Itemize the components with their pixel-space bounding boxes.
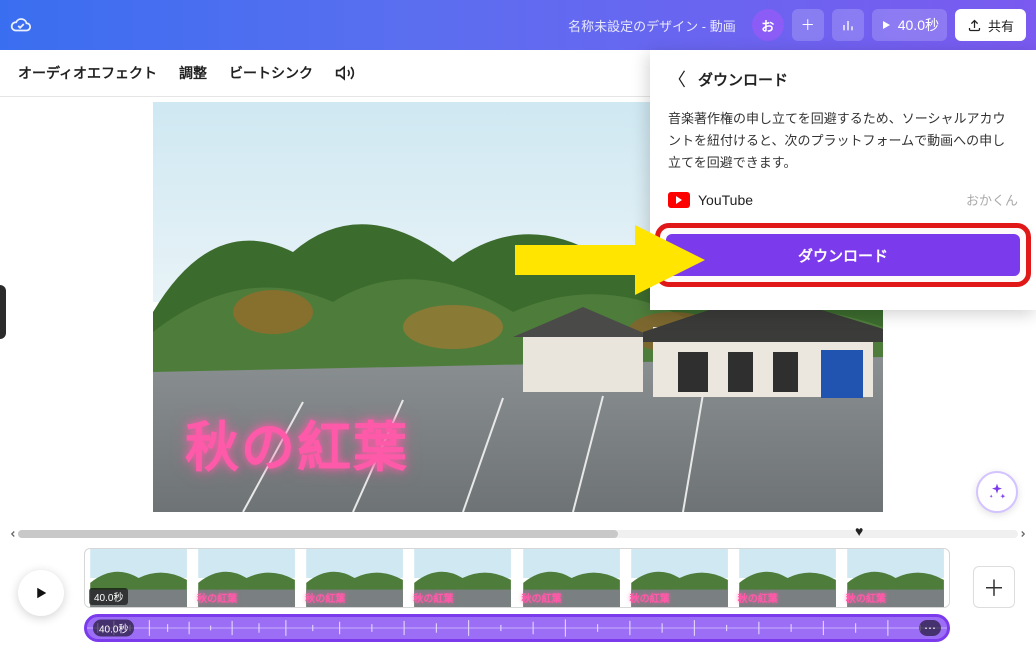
top-bar-right: 名称未設定のデザイン - 動画 お ＋ 40.0秒 共有 [568,9,1026,41]
tab-adjust[interactable]: 調整 [179,63,207,83]
thumb-overlay-text: 秋の紅葉 [197,590,237,605]
timeline: 40.0秒 秋の紅葉 秋の紅葉 秋の紅葉 秋の紅葉 秋の紅葉 秋の紅葉 秋の紅葉… [0,540,1036,667]
timeline-tracks: 40.0秒 秋の紅葉 秋の紅葉 秋の紅葉 秋の紅葉 秋の紅葉 秋の紅葉 秋の紅葉… [84,548,950,661]
play-icon [32,584,50,602]
youtube-icon [668,192,690,208]
play-duration-button[interactable]: 40.0秒 [872,9,947,41]
design-title[interactable]: 名称未設定のデザイン - 動画 [568,16,736,35]
thumb-overlay-text: 秋の紅葉 [738,590,778,605]
download-button-label: ダウンロード [798,245,888,266]
tab-beatsync[interactable]: ビートシンク [229,63,313,83]
canvas-horizontal-scrollbar[interactable] [0,527,1036,540]
video-thumb[interactable]: 秋の紅葉 [518,549,626,607]
annotation-arrow [515,225,705,295]
audio-duration: 40.0秒 [93,620,134,637]
download-button[interactable]: ダウンロード [666,234,1020,276]
timeline-play-button[interactable] [18,570,64,616]
speaker-icon[interactable] [335,63,355,83]
sparkle-icon [987,482,1007,502]
annotation-highlight-box: ダウンロード [655,223,1031,287]
video-thumb[interactable]: 秋の紅葉 [842,549,949,607]
avatar[interactable]: お [752,9,784,41]
scrollbar-thumb[interactable] [18,530,618,538]
top-bar-left [10,14,32,36]
chevron-left-icon[interactable] [8,529,18,539]
chevron-right-icon[interactable] [1018,529,1028,539]
video-thumb[interactable]: 秋の紅葉 [626,549,734,607]
youtube-username: おかくん [966,190,1018,209]
video-thumb[interactable]: 秋の紅葉 [301,549,409,607]
cloud-saved-icon [10,14,32,36]
avatar-letter: お [761,16,774,35]
video-thumb[interactable]: 秋の紅葉 [409,549,517,607]
canvas-overlay-text: 秋の紅葉 [185,403,409,482]
play-icon [880,19,892,31]
audio-track[interactable]: 40.0秒 ⋯ [84,614,950,642]
audio-more-button[interactable]: ⋯ [919,620,941,636]
youtube-label: YouTube [698,192,753,208]
side-panel-handle[interactable] [0,285,6,339]
timeline-playhead-marker[interactable]: ♥ [855,523,863,539]
video-thumb[interactable]: 秋の紅葉 [734,549,842,607]
youtube-row[interactable]: YouTube おかくん [650,184,1036,223]
download-panel: 〈 ダウンロード 音楽著作権の申し立てを回避するため、ソーシャルアカウントを紐付… [650,50,1036,310]
thumb-overlay-text: 秋の紅葉 [413,590,453,605]
timeline-controls [12,548,70,661]
thumb-overlay-text: 秋の紅葉 [846,590,886,605]
download-description: 音楽著作権の申し立てを回避するため、ソーシャルアカウントを紐付けると、次のプラッ… [650,102,1036,184]
thumb-overlay-text: 秋の紅葉 [630,590,670,605]
analytics-button[interactable] [832,9,864,41]
timeline-right: ＋ [964,548,1024,661]
duration-label: 40.0秒 [898,15,939,35]
share-button[interactable]: 共有 [955,9,1026,41]
thumb-overlay-text: 秋の紅葉 [305,590,345,605]
download-panel-header: 〈 ダウンロード [650,50,1036,102]
download-panel-title: ダウンロード [698,69,788,90]
video-thumb[interactable]: 秋の紅葉 [193,549,301,607]
top-bar: 名称未設定のデザイン - 動画 お ＋ 40.0秒 共有 [0,0,1036,50]
youtube-left: YouTube [668,192,753,208]
scrollbar-track[interactable] [18,530,1018,538]
add-button[interactable]: ＋ [792,9,824,41]
tab-audio-effect[interactable]: オーディオエフェクト [18,63,157,83]
ai-assistant-button[interactable] [976,471,1018,513]
upload-icon [967,18,982,33]
thumb-duration: 40.0秒 [89,588,128,605]
back-button[interactable]: 〈 [668,66,686,92]
bar-chart-icon [840,17,856,33]
thumb-overlay-text: 秋の紅葉 [522,590,562,605]
share-label: 共有 [988,16,1014,35]
video-track[interactable]: 40.0秒 秋の紅葉 秋の紅葉 秋の紅葉 秋の紅葉 秋の紅葉 秋の紅葉 秋の紅葉 [84,548,950,608]
audio-waveform [87,617,947,639]
video-thumb[interactable]: 40.0秒 [85,549,193,607]
add-page-button[interactable]: ＋ [973,566,1015,608]
